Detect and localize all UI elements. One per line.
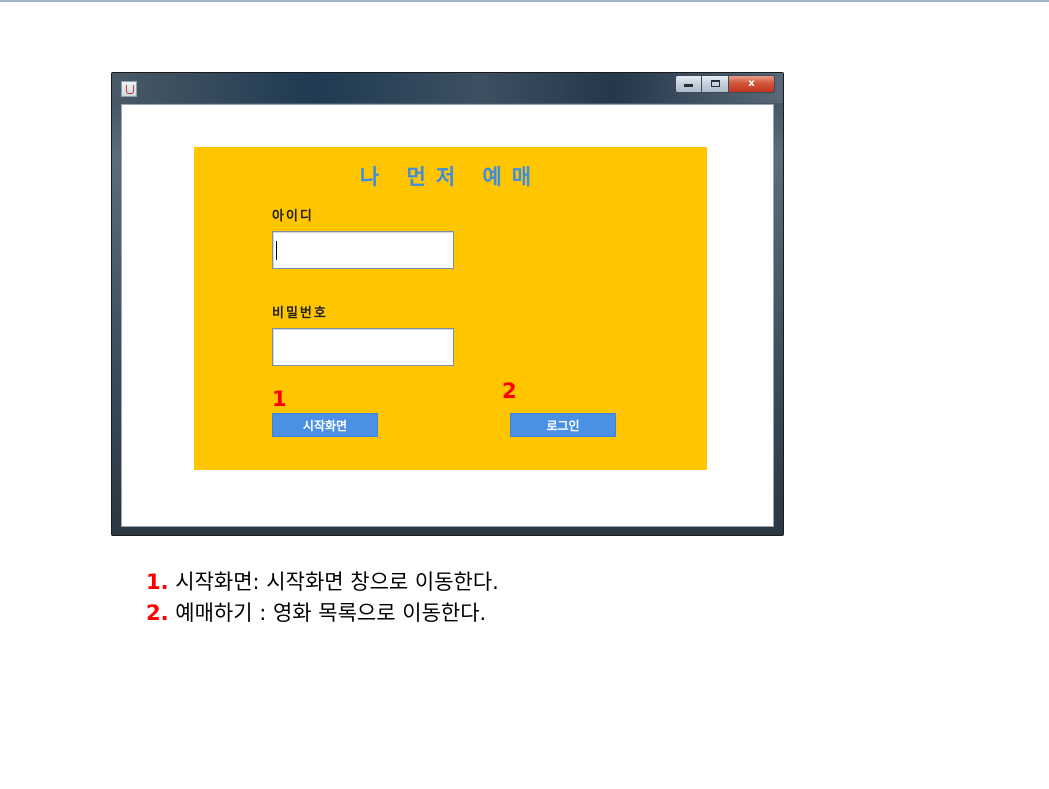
password-label: 비밀번호 — [272, 306, 328, 321]
note-number: 1. — [146, 570, 169, 594]
close-button[interactable]: x — [729, 75, 775, 93]
password-input[interactable] — [272, 328, 454, 366]
window-controls: x — [675, 75, 775, 95]
marker-1: 1 — [272, 387, 287, 411]
window-content: 나 먼저 예매 아이디 비밀번호 1 2 시작화면 로그인 — [121, 104, 774, 527]
notes-list: 1. 시작화면: 시작화면 창으로 이동한다. 2. 예매하기 : 영화 목록으… — [146, 567, 846, 629]
minimize-button[interactable] — [675, 75, 702, 93]
start-screen-button[interactable]: 시작화면 — [272, 413, 378, 437]
note-text: 시작화면: 시작화면 창으로 이동한다. — [168, 570, 499, 594]
note-number: 2. — [146, 601, 169, 625]
maximize-icon — [710, 80, 720, 87]
app-window: x 나 먼저 예매 아이디 비밀번호 1 2 시작화면 로그인 — [111, 72, 784, 536]
app-title: 나 먼저 예매 — [359, 165, 542, 189]
id-input[interactable] — [272, 231, 454, 269]
text-caret — [276, 241, 277, 260]
java-app-icon[interactable] — [121, 81, 137, 97]
maximize-button[interactable] — [702, 75, 729, 93]
id-label: 아이디 — [272, 209, 314, 224]
note-item: 1. 시작화면: 시작화면 창으로 이동한다. — [146, 567, 846, 598]
note-item: 2. 예매하기 : 영화 목록으로 이동한다. — [146, 598, 846, 629]
note-text: 예매하기 : 영화 목록으로 이동한다. — [168, 601, 487, 625]
minimize-icon — [684, 84, 693, 87]
login-panel: 나 먼저 예매 아이디 비밀번호 1 2 시작화면 로그인 — [194, 147, 707, 470]
marker-2: 2 — [502, 379, 517, 403]
window-titlebar[interactable]: x — [112, 73, 783, 103]
close-icon: x — [748, 78, 755, 89]
login-button[interactable]: 로그인 — [510, 413, 616, 437]
top-divider — [0, 0, 1049, 2]
